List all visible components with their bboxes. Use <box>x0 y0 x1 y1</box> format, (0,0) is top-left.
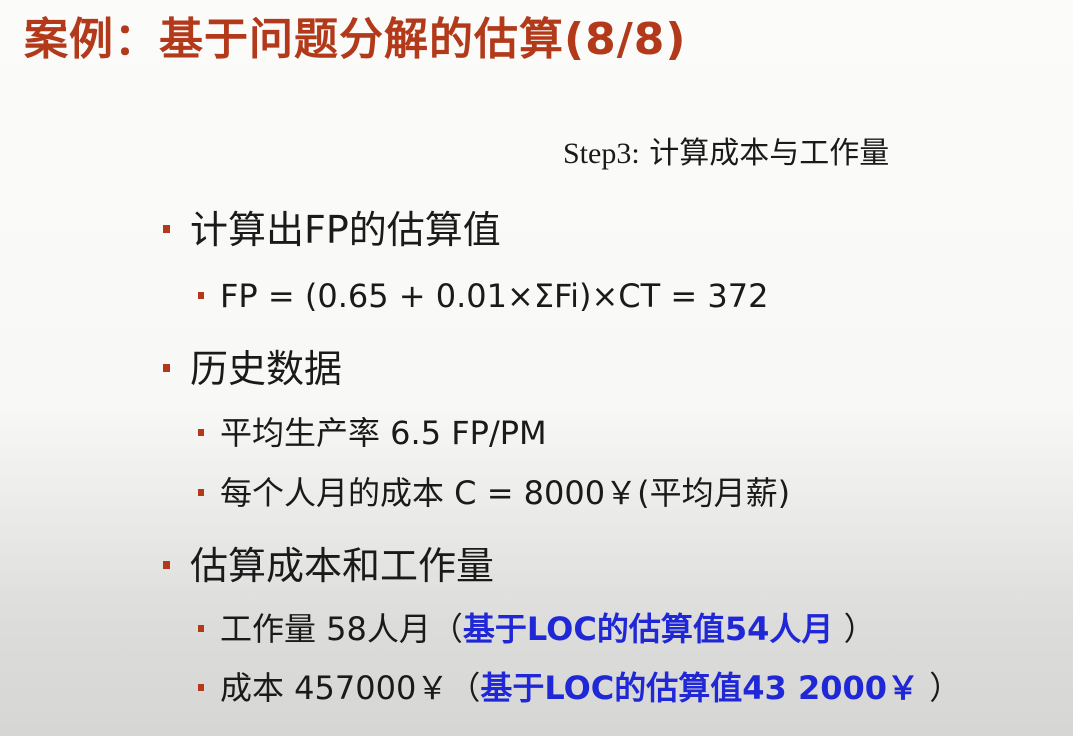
list-item-text: FP = (0.65 + 0.01×ΣFi)×CT = 372 <box>220 277 769 315</box>
bullet-icon <box>163 363 170 372</box>
step-description: 计算成本与工作量 <box>649 136 890 171</box>
list-item-productivity: 平均生产率 6.5 FP/PM <box>198 414 547 452</box>
list-item-text: 成本 457000￥（ <box>220 669 481 707</box>
step-label: Step3: 计算成本与工作量 <box>563 136 889 172</box>
bullet-icon <box>198 291 204 299</box>
highlight-loc-effort: 基于LOC的估算值54人月 <box>462 610 834 648</box>
list-item-tail: ） <box>833 610 876 648</box>
highlight-loc-cost: 基于LOC的估算值43 2000￥ <box>480 669 920 707</box>
section-heading-history: 历史数据 <box>163 347 342 393</box>
section-heading-text: 估算成本和工作量 <box>190 544 495 588</box>
bullet-icon <box>163 224 170 233</box>
slide-title: 案例：基于问题分解的估算(8/8) <box>24 14 687 65</box>
list-item-fp-formula: FP = (0.65 + 0.01×ΣFi)×CT = 372 <box>198 277 768 315</box>
slide: 案例：基于问题分解的估算(8/8) Step3: 计算成本与工作量 计算出FP的… <box>0 0 1073 736</box>
bullet-icon <box>198 488 204 496</box>
list-item-effort: 工作量 58人月（基于LOC的估算值54人月 ） <box>198 610 876 648</box>
bullet-icon <box>163 560 170 569</box>
step-number: Step3: <box>563 137 640 170</box>
section-heading-text: 历史数据 <box>190 347 343 391</box>
list-item-cost: 成本 457000￥（基于LOC的估算值43 2000￥ ） <box>198 669 961 707</box>
list-item-text: 工作量 58人月（ <box>220 610 463 648</box>
section-heading-text: 计算出FP的估算值 <box>190 208 501 252</box>
section-heading-estimate: 估算成本和工作量 <box>163 544 494 590</box>
list-item-text: 平均生产率 6.5 FP/PM <box>220 414 547 452</box>
bullet-icon <box>198 428 204 436</box>
bullet-icon <box>198 624 204 632</box>
section-heading-fp: 计算出FP的估算值 <box>163 208 501 254</box>
bullet-icon <box>198 683 204 691</box>
list-item-text: 每个人月的成本 C = 8000￥(平均月薪) <box>220 474 791 512</box>
list-item-tail: ） <box>919 669 962 707</box>
list-item-monthly-cost: 每个人月的成本 C = 8000￥(平均月薪) <box>198 474 790 512</box>
